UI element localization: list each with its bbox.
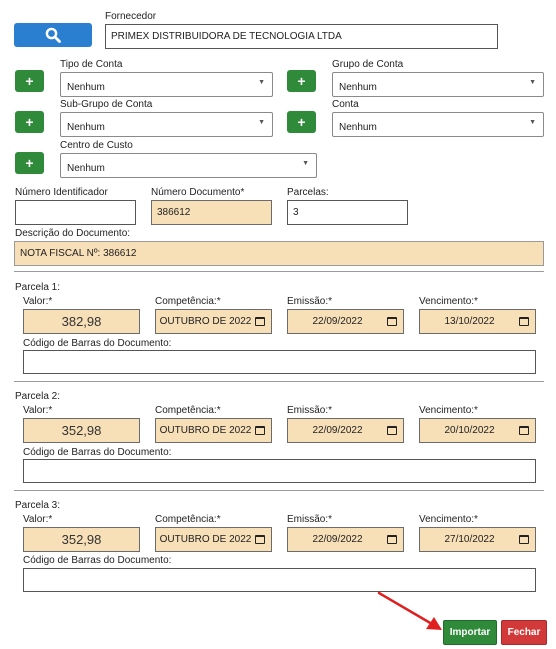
parcelas-label: Parcelas:	[287, 187, 329, 198]
descricao-label: Descrição do Documento:	[15, 228, 131, 239]
barcode-input[interactable]	[23, 459, 536, 483]
numero-identificador-label: Número Identificador	[15, 187, 108, 198]
chevron-down-icon: ▼	[529, 79, 536, 86]
valor-input[interactable]: 352,98	[23, 418, 140, 443]
emissao-input[interactable]: 22/09/2022	[287, 418, 404, 443]
barcode-label: Código de Barras do Documento:	[23, 555, 172, 566]
valor-label: Valor:*	[23, 514, 53, 525]
valor-input[interactable]: 352,98	[23, 527, 140, 552]
emissao-value: 22/09/2022	[312, 316, 363, 327]
valor-input[interactable]: 382,98	[23, 309, 140, 334]
subgrupo-conta-value: Nenhum	[67, 122, 105, 133]
vencimento-value: 20/10/2022	[444, 425, 495, 436]
calendar-icon[interactable]	[255, 426, 265, 435]
vencimento-value: 27/10/2022	[444, 534, 495, 545]
tipo-conta-label: Tipo de Conta	[60, 59, 123, 70]
grupo-conta-select[interactable]: Nenhum ▼	[332, 72, 544, 97]
search-button[interactable]	[14, 23, 92, 47]
parcela-title: Parcela 2:	[15, 391, 61, 402]
numero-documento-label: Número Documento*	[151, 187, 245, 198]
importar-button[interactable]: Importar	[443, 620, 497, 645]
parcelas-input[interactable]: 3	[287, 200, 408, 225]
parcela-title: Parcela 3:	[15, 500, 61, 511]
chevron-down-icon: ▼	[258, 79, 265, 86]
vencimento-value: 13/10/2022	[444, 316, 495, 327]
competencia-value: OUTUBRO DE 2022	[159, 534, 252, 545]
conta-label: Conta	[332, 99, 359, 110]
competencia-label: Competência:*	[155, 296, 221, 307]
tipo-conta-select[interactable]: Nenhum ▼	[60, 72, 273, 97]
emissao-label: Emissão:*	[287, 296, 333, 307]
centro-custo-value: Nenhum	[67, 163, 105, 174]
chevron-down-icon: ▼	[529, 119, 536, 126]
valor-label: Valor:*	[23, 405, 53, 416]
numero-documento-input[interactable]: 386612	[151, 200, 272, 225]
tipo-conta-value: Nenhum	[67, 82, 105, 93]
vencimento-label: Vencimento:*	[419, 405, 478, 416]
divider	[14, 490, 544, 491]
add-tipo-conta-button[interactable]: +	[15, 70, 44, 92]
competencia-input[interactable]: OUTUBRO DE 2022	[155, 527, 272, 552]
emissao-label: Emissão:*	[287, 405, 333, 416]
add-conta-button[interactable]: +	[287, 111, 316, 133]
conta-select[interactable]: Nenhum ▼	[332, 112, 544, 137]
emissao-label: Emissão:*	[287, 514, 333, 525]
barcode-input[interactable]	[23, 350, 536, 374]
competencia-value: OUTUBRO DE 2022	[159, 316, 252, 327]
chevron-down-icon: ▼	[302, 160, 309, 167]
competencia-input[interactable]: OUTUBRO DE 2022	[155, 418, 272, 443]
vencimento-label: Vencimento:*	[419, 514, 478, 525]
valor-label: Valor:*	[23, 296, 53, 307]
search-icon	[45, 27, 61, 43]
calendar-icon[interactable]	[255, 317, 265, 326]
subgrupo-conta-label: Sub-Grupo de Conta	[60, 99, 153, 110]
vencimento-input[interactable]: 20/10/2022	[419, 418, 536, 443]
fornecedor-label: Fornecedor	[105, 11, 157, 22]
fornecedor-input[interactable]: PRIMEX DISTRIBUIDORA DE TECNOLOGIA LTDA	[105, 24, 498, 49]
calendar-icon[interactable]	[519, 426, 529, 435]
subgrupo-conta-select[interactable]: Nenhum ▼	[60, 112, 273, 137]
competencia-label: Competência:*	[155, 405, 221, 416]
descricao-input[interactable]: NOTA FISCAL Nº: 386612	[14, 241, 544, 266]
barcode-input[interactable]	[23, 568, 536, 592]
divider	[14, 271, 544, 272]
barcode-label: Código de Barras do Documento:	[23, 338, 172, 349]
calendar-icon[interactable]	[519, 317, 529, 326]
calendar-icon[interactable]	[255, 535, 265, 544]
competencia-label: Competência:*	[155, 514, 221, 525]
parcela-title: Parcela 1:	[15, 282, 61, 293]
calendar-icon[interactable]	[387, 535, 397, 544]
add-grupo-conta-button[interactable]: +	[287, 70, 316, 92]
competencia-input[interactable]: OUTUBRO DE 2022	[155, 309, 272, 334]
annotation-arrow-icon	[377, 591, 442, 630]
competencia-value: OUTUBRO DE 2022	[159, 425, 252, 436]
calendar-icon[interactable]	[387, 317, 397, 326]
emissao-input[interactable]: 22/09/2022	[287, 527, 404, 552]
add-centro-custo-button[interactable]: +	[15, 152, 44, 174]
numero-identificador-input[interactable]	[15, 200, 136, 225]
fechar-button[interactable]: Fechar	[501, 620, 547, 645]
emissao-value: 22/09/2022	[312, 425, 363, 436]
add-subgrupo-conta-button[interactable]: +	[15, 111, 44, 133]
vencimento-input[interactable]: 13/10/2022	[419, 309, 536, 334]
calendar-icon[interactable]	[387, 426, 397, 435]
vencimento-label: Vencimento:*	[419, 296, 478, 307]
divider	[14, 381, 544, 382]
emissao-input[interactable]: 22/09/2022	[287, 309, 404, 334]
centro-custo-select[interactable]: Nenhum ▼	[60, 153, 317, 178]
emissao-value: 22/09/2022	[312, 534, 363, 545]
grupo-conta-label: Grupo de Conta	[332, 59, 404, 70]
vencimento-input[interactable]: 27/10/2022	[419, 527, 536, 552]
barcode-label: Código de Barras do Documento:	[23, 447, 172, 458]
conta-value: Nenhum	[339, 122, 377, 133]
calendar-icon[interactable]	[519, 535, 529, 544]
chevron-down-icon: ▼	[258, 119, 265, 126]
centro-custo-label: Centro de Custo	[60, 140, 133, 151]
grupo-conta-value: Nenhum	[339, 82, 377, 93]
